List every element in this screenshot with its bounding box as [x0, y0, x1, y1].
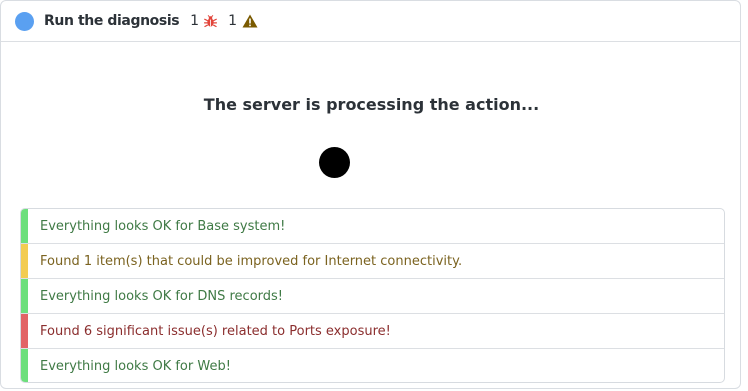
result-row[interactable]: Found 6 significant issue(s) related to …: [21, 314, 724, 349]
result-text: Everything looks OK for Base system!: [40, 218, 286, 234]
warning-count: 1: [228, 13, 237, 29]
status-dot-icon: [15, 11, 34, 31]
status-bar: [21, 244, 28, 278]
result-text: Everything looks OK for DNS records!: [40, 288, 283, 304]
result-row[interactable]: Found 1 item(s) that could be improved f…: [21, 244, 724, 279]
result-text: Found 6 significant issue(s) related to …: [40, 323, 391, 339]
result-row[interactable]: Everything looks OK for Base system!: [21, 209, 724, 244]
results-list: Everything looks OK for Base system! Fou…: [20, 208, 725, 383]
warning-triangle-icon: [242, 14, 258, 28]
status-bar: [21, 314, 28, 348]
diagnosis-title: Run the diagnosis: [44, 13, 180, 29]
status-bar: [21, 209, 28, 243]
bug-icon: [204, 14, 218, 28]
processing-message: The server is processing the action...: [203, 95, 540, 114]
result-text: Everything looks OK for Web!: [40, 358, 231, 374]
diagnosis-header[interactable]: Run the diagnosis 1 1: [1, 1, 740, 42]
status-bar: [21, 279, 28, 313]
loading-spinner-icon: [319, 147, 350, 178]
status-bar: [21, 349, 28, 382]
error-count: 1: [190, 13, 200, 29]
diagnosis-card: Run the diagnosis 1 1 The server is proc…: [0, 0, 741, 389]
result-row[interactable]: Everything looks OK for Web!: [21, 349, 724, 382]
result-text: Found 1 item(s) that could be improved f…: [40, 253, 463, 269]
result-row[interactable]: Everything looks OK for DNS records!: [21, 279, 724, 314]
